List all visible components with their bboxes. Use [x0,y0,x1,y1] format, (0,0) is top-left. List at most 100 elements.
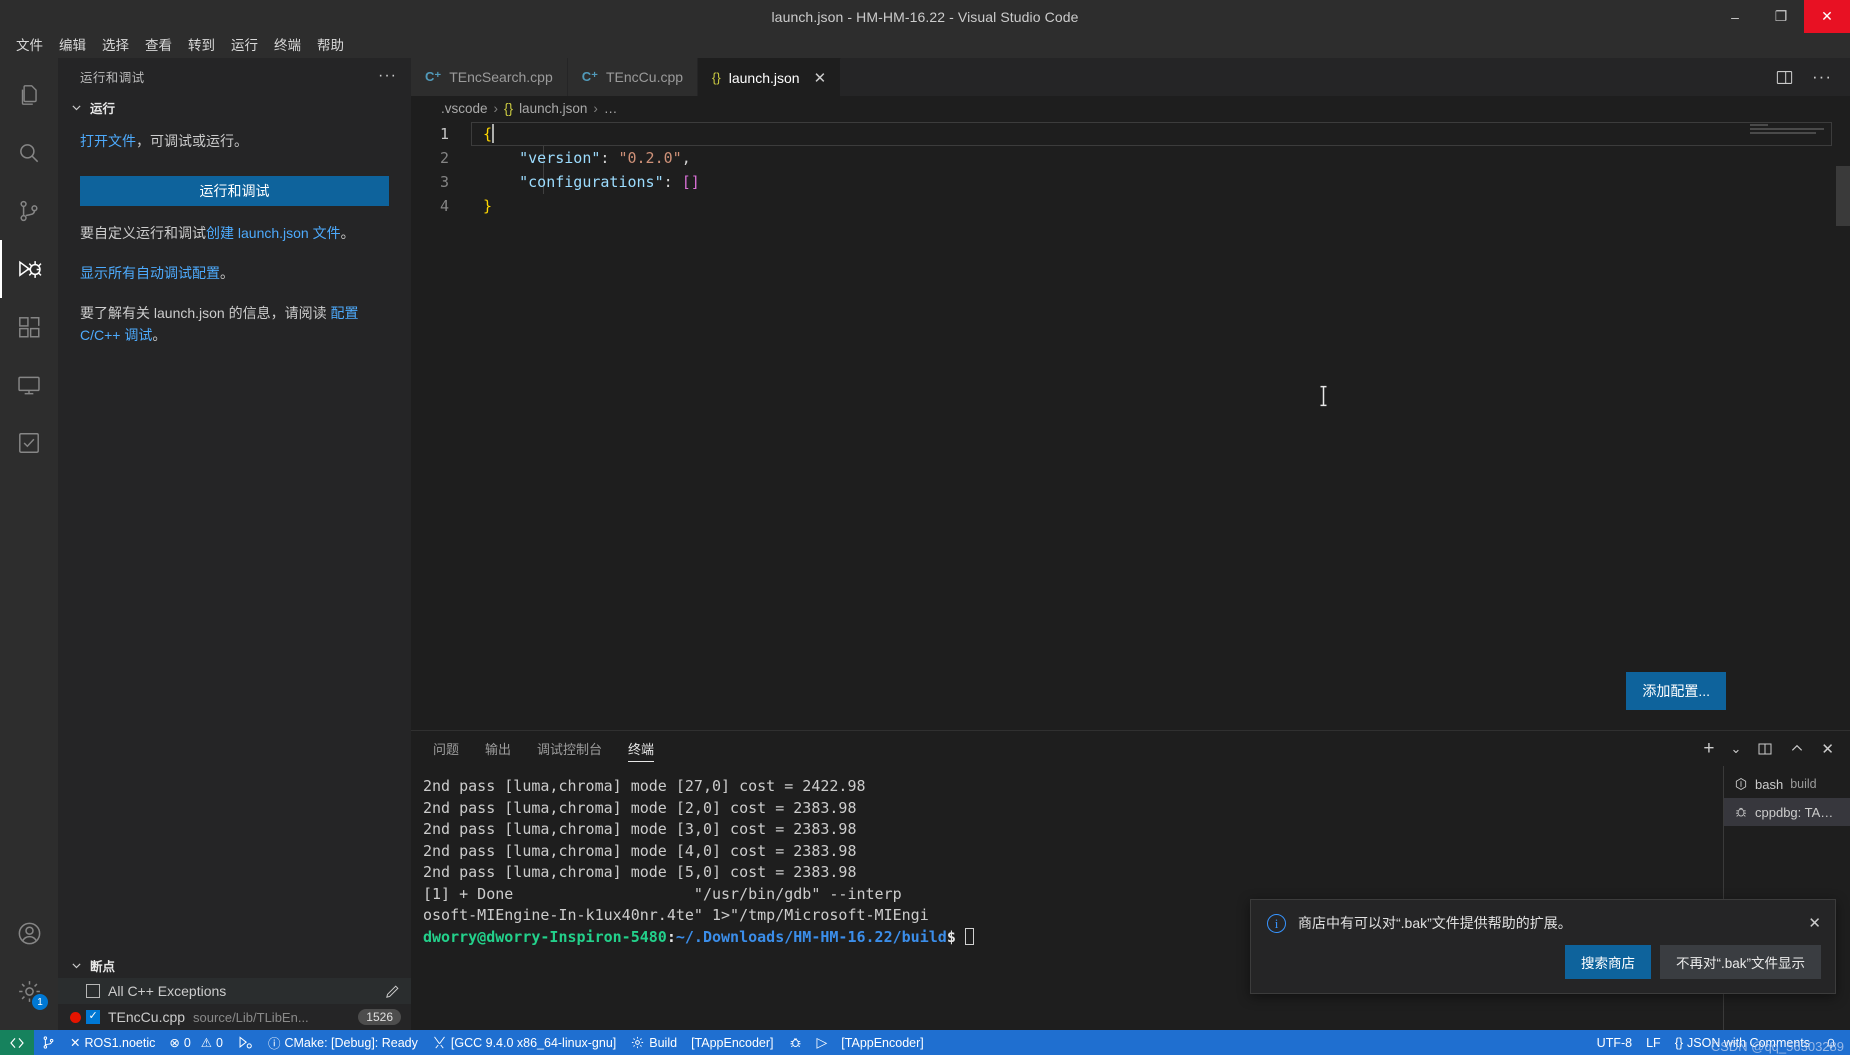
info-icon: ⓘ [267,1037,281,1051]
cpp-file-icon: C⁺ [581,69,598,84]
breakpoint-checkbox[interactable] [86,1009,100,1024]
open-file-rest: ，可调试或运行。 [136,133,248,149]
remote-indicator[interactable] [0,1030,34,1055]
breakpoints-header[interactable]: 断点 [58,952,411,978]
menu-terminal[interactable]: 终端 [266,35,309,57]
tab-problems[interactable]: 问题 [433,731,459,766]
panel-actions: + ⌄ ✕ [1703,738,1850,760]
new-terminal-icon[interactable]: + [1703,738,1714,760]
run-welcome-content: 打开文件，可调试或运行。 运行和调试 要自定义运行和调试创建 launch.js… [58,120,411,346]
debug-alt-icon [237,1035,254,1050]
status-cmake-debug[interactable] [781,1030,810,1055]
activity-item-extensions[interactable] [0,298,58,356]
add-configuration-button[interactable]: 添加配置... [1626,672,1726,710]
status-ros[interactable]: ✕ ROS1.noetic [63,1030,162,1055]
activity-item-explorer[interactable] [0,66,58,124]
status-launch-target[interactable]: [TAppEncoder] [834,1030,930,1055]
notification-message: 商店中有可以对“.bak”文件提供帮助的扩展。 [1298,915,1572,931]
pencil-icon[interactable] [384,983,401,1000]
chevron-down-icon[interactable]: ⌄ [1731,741,1742,757]
breadcrumb-folder[interactable]: .vscode [441,101,488,116]
tab-debug-console[interactable]: 调试控制台 [537,731,602,766]
chevron-down-icon [68,99,84,115]
tab-tencsearch-cpp[interactable]: C⁺ TEncSearch.cpp [411,58,568,96]
close-icon[interactable]: ✕ [814,69,827,87]
empty-array-token: [] [681,173,700,191]
run-and-debug-button[interactable]: 运行和调试 [80,176,389,206]
close-button[interactable]: ✕ [1804,0,1850,33]
menu-edit[interactable]: 编辑 [51,35,94,57]
maximize-button[interactable]: ❐ [1758,0,1804,33]
watermark: CSDN @qq_56303289 [1710,1039,1844,1054]
colon-token: : [663,173,682,191]
activity-item-testing[interactable] [0,414,58,472]
learn-more-prefix: 要了解有关 launch.json 的信息，请阅读 [80,305,331,321]
status-build-target[interactable]: [TAppEncoder] [684,1030,780,1055]
line-number: 2 [439,149,449,167]
tab-launch-json[interactable]: {} launch.json ✕ [698,58,842,96]
breakpoint-checkbox[interactable] [86,984,100,998]
breadcrumb-file[interactable]: launch.json [519,101,587,116]
show-all-automatic-debug-link[interactable]: 显示所有自动调试配置 [80,265,220,281]
maximize-panel-icon[interactable] [1789,741,1805,757]
split-terminal-icon[interactable] [1757,741,1773,757]
create-launch-json-link[interactable]: 创建 launch.json 文件 [206,225,341,241]
editor-scrollbar[interactable] [1836,166,1850,226]
json-file-icon: {} [1674,1035,1684,1050]
menu-go[interactable]: 转到 [180,35,223,57]
activity-item-source-control[interactable] [0,182,58,240]
menu-selection[interactable]: 选择 [94,35,137,57]
status-cmake-build[interactable]: Build [623,1030,684,1055]
open-file-link[interactable]: 打开文件 [80,133,136,149]
split-editor-icon[interactable] [1775,68,1794,87]
minimize-button[interactable]: – [1712,0,1758,33]
activity-item-remote-explorer[interactable] [0,356,58,414]
sidebar-section-run-header[interactable]: 运行 [58,94,411,120]
code-content: 1 2 3 4 { "version": "0.2.0", "configura… [411,120,1850,218]
status-cmake[interactable]: ⓘ CMake: [Debug]: Ready [261,1030,425,1055]
status-cmake-launch[interactable]: ▷ [810,1030,835,1055]
status-problems[interactable]: ⊗ 0 ⚠ 0 [162,1030,230,1055]
editor-area[interactable]: 1 2 3 4 { "version": "0.2.0", "configura… [411,120,1850,730]
breadcrumb-symbol[interactable]: … [604,101,618,116]
code-line-3: "configurations": [] [471,170,1850,194]
list-item[interactable]: bash build [1724,770,1850,798]
close-icon[interactable]: ✕ [1808,914,1821,932]
table-row[interactable]: All C++ Exceptions [58,978,411,1004]
breakpoint-line-badge: 1526 [358,1009,401,1025]
sidebar-header: 运行和调试 ··· [58,58,411,94]
terminal-line: 2nd pass [luma,chroma] mode [27,0] cost … [423,777,866,795]
tab-terminal[interactable]: 终端 [628,731,655,766]
sidebar-more-actions-icon[interactable]: ··· [378,67,397,85]
tab-output[interactable]: 输出 [485,731,511,766]
terminal-line: 2nd pass [luma,chroma] mode [3,0] cost =… [423,820,857,838]
bottom-panel: 问题 输出 调试控制台 终端 + ⌄ ✕ 2nd pass [luma,chro… [411,730,1850,1030]
status-debug-alt[interactable] [230,1030,261,1055]
menu-help[interactable]: 帮助 [309,35,352,57]
editor-more-actions-icon[interactable]: ··· [1812,67,1832,87]
status-cmake-kit[interactable]: [GCC 9.4.0 x86_64-linux-gnu] [425,1030,623,1055]
tab-tenccu-cpp[interactable]: C⁺ TEncCu.cpp [567,58,699,96]
cpp-file-icon: C⁺ [425,69,442,84]
tab-label: launch.json [728,69,800,86]
learn-more-suffix: 。 [152,327,167,343]
activity-item-search[interactable] [0,124,58,182]
activity-item-run-debug[interactable] [0,240,58,298]
minimap[interactable] [1750,124,1836,138]
activity-item-account[interactable] [0,904,58,962]
menu-view[interactable]: 查看 [137,35,180,57]
terminal-bash-icon [1734,777,1748,791]
close-panel-icon[interactable]: ✕ [1821,740,1834,758]
minimap-line [1750,128,1824,130]
menu-run[interactable]: 运行 [223,35,266,57]
search-marketplace-button[interactable]: 搜索商店 [1564,945,1651,979]
list-item[interactable]: cppdbg: TA… [1724,798,1850,826]
menu-file[interactable]: 文件 [8,35,51,57]
debug-bug-icon [1734,805,1748,819]
table-row[interactable]: TEncCu.cpp source/Lib/TLibEn... 1526 [58,1004,411,1030]
activity-item-settings[interactable]: 1 [0,962,58,1020]
status-source-control[interactable] [34,1030,63,1055]
status-eol[interactable]: LF [1639,1030,1668,1055]
status-encoding[interactable]: UTF-8 [1590,1030,1639,1055]
dont-show-again-button[interactable]: 不再对“.bak”文件显示 [1659,945,1821,979]
